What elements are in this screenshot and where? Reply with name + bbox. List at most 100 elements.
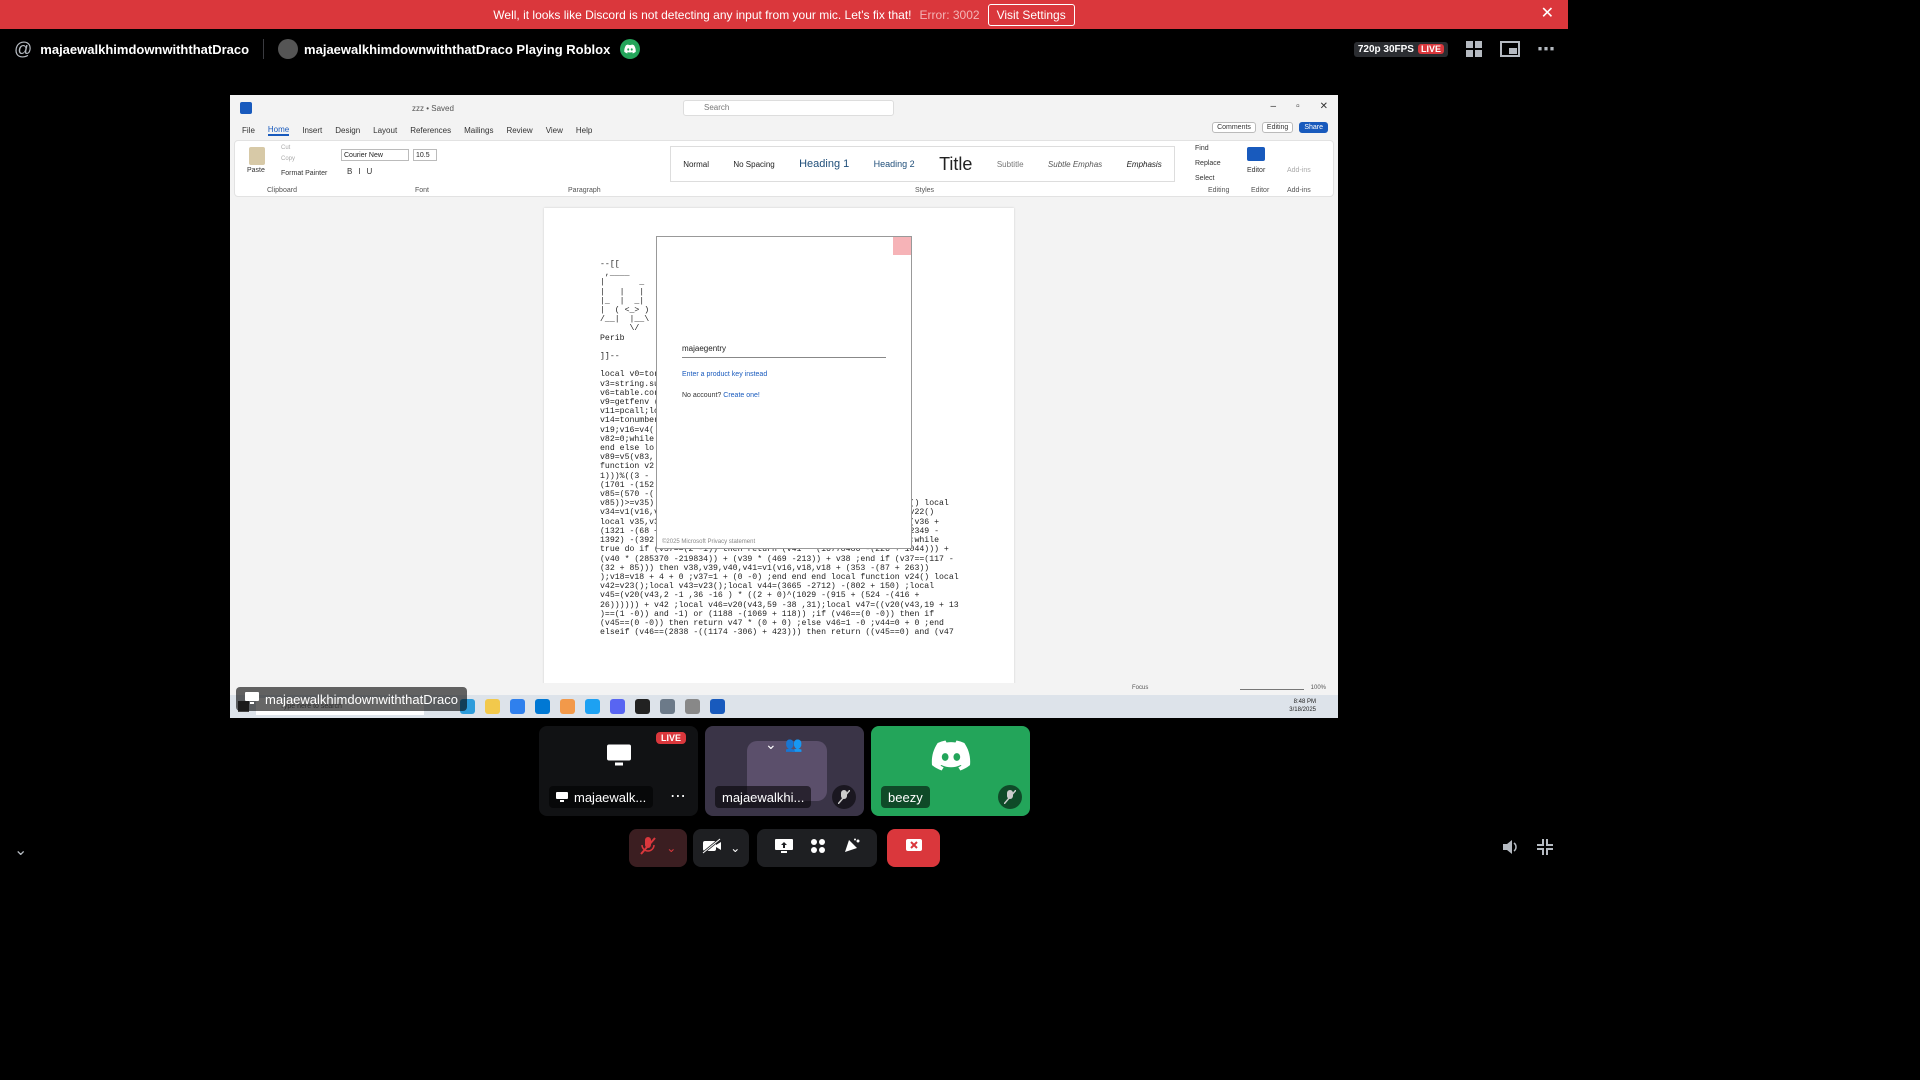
format-painter-button[interactable]: Format Painter bbox=[281, 170, 327, 177]
taskbar-date: 3/18/2025 bbox=[1289, 707, 1316, 713]
dialog-close-icon[interactable] bbox=[893, 237, 911, 255]
style-heading1[interactable]: Heading 1 bbox=[799, 158, 849, 170]
style-normal[interactable]: Normal bbox=[683, 160, 709, 169]
zoom-slider[interactable] bbox=[1240, 689, 1304, 690]
camera-options-chevron-icon[interactable]: ⌄ bbox=[730, 841, 740, 855]
style-subtle-emphasis[interactable]: Subtle Emphas bbox=[1048, 160, 1102, 169]
tab-design[interactable]: Design bbox=[335, 126, 360, 135]
tab-layout[interactable]: Layout bbox=[373, 126, 397, 135]
screen-share-icon[interactable] bbox=[774, 838, 794, 859]
chevron-down-icon[interactable]: ⌄ bbox=[765, 736, 777, 753]
find-button[interactable]: Find bbox=[1195, 145, 1209, 152]
group-addins-label: Add-ins bbox=[1287, 187, 1311, 194]
stream-quality: 720p 30FPS bbox=[1357, 43, 1414, 55]
store-icon[interactable] bbox=[510, 699, 525, 714]
style-emphasis[interactable]: Emphasis bbox=[1127, 160, 1162, 169]
copy-button[interactable]: Copy bbox=[281, 156, 295, 162]
visit-settings-button[interactable]: Visit Settings bbox=[987, 3, 1075, 26]
replace-button[interactable]: Replace bbox=[1195, 160, 1221, 167]
share-button[interactable]: Share bbox=[1299, 122, 1328, 133]
word-search-input[interactable]: Search bbox=[683, 100, 894, 116]
grid-layout-icon[interactable] bbox=[1464, 39, 1484, 59]
firefox-icon[interactable] bbox=[560, 699, 575, 714]
editor-button[interactable]: Editor bbox=[1247, 167, 1265, 174]
taskbar-clock[interactable]: 8:48 PM 3/18/2025 bbox=[1289, 698, 1316, 714]
window-controls: – ▫ ✕ bbox=[1271, 101, 1329, 112]
more-options-icon[interactable]: ⋯ bbox=[1536, 39, 1556, 59]
participant-label: beezy bbox=[881, 786, 930, 808]
user-group-icon[interactable]: 👥 bbox=[785, 736, 802, 753]
comments-button[interactable]: Comments bbox=[1212, 122, 1256, 133]
word-taskbar-icon[interactable] bbox=[710, 699, 725, 714]
discord-activity-icon[interactable] bbox=[620, 39, 641, 59]
style-no-spacing[interactable]: No Spacing bbox=[733, 160, 774, 169]
select-button[interactable]: Select bbox=[1195, 175, 1214, 182]
live-badge: LIVE bbox=[655, 732, 686, 744]
product-key-link[interactable]: Enter a product key instead bbox=[682, 371, 767, 378]
zoom-level[interactable]: 100% bbox=[1311, 685, 1326, 691]
no-account-text: No account? Create one! bbox=[682, 392, 760, 399]
tab-insert[interactable]: Insert bbox=[302, 126, 322, 135]
stream-owner-label: majaewalkhimdownwiththatDraco bbox=[236, 687, 467, 711]
popout-icon[interactable] bbox=[1500, 39, 1520, 59]
cut-button[interactable]: Cut bbox=[281, 145, 290, 151]
window-close-icon[interactable]: ✕ bbox=[1320, 101, 1328, 112]
microsoft-signin-dialog: majaegentry Enter a product key instead … bbox=[656, 236, 912, 549]
maximize-icon[interactable]: ▫ bbox=[1296, 101, 1300, 112]
tab-review[interactable]: Review bbox=[506, 126, 532, 135]
soundboard-icon[interactable] bbox=[843, 838, 861, 859]
more-options-icon[interactable]: ⋯ bbox=[670, 786, 686, 806]
camera-control: ⌄ bbox=[693, 829, 749, 867]
terminal-icon[interactable] bbox=[635, 699, 650, 714]
minimize-icon[interactable]: – bbox=[1271, 101, 1277, 112]
style-heading2[interactable]: Heading 2 bbox=[874, 159, 915, 169]
font-size-select[interactable]: 10.5 bbox=[413, 149, 437, 161]
participant-tile-beezy[interactable]: beezy bbox=[871, 726, 1030, 816]
dialog-footer: ©2025 Microsoft Privacy statement bbox=[662, 539, 756, 545]
collapse-chevron-icon[interactable]: ⌄ bbox=[14, 840, 27, 860]
participant-tile-streamer[interactable]: LIVE majaewalk... ⋯ bbox=[539, 726, 698, 816]
muted-mic-icon bbox=[832, 785, 856, 809]
discord-logo-icon bbox=[931, 740, 971, 775]
editing-button[interactable]: Editing bbox=[1261, 122, 1294, 133]
screen-icon bbox=[245, 691, 259, 707]
tab-view[interactable]: View bbox=[546, 126, 563, 135]
tab-references[interactable]: References bbox=[410, 126, 451, 135]
header-divider bbox=[263, 39, 265, 59]
activity-controls bbox=[757, 829, 877, 867]
mic-muted-icon[interactable] bbox=[639, 836, 656, 860]
camera-off-icon[interactable] bbox=[701, 837, 722, 859]
account-field[interactable]: majaegentry bbox=[682, 344, 886, 358]
exit-fullscreen-icon[interactable] bbox=[1536, 838, 1554, 861]
style-subtitle[interactable]: Subtitle bbox=[997, 160, 1024, 169]
editor-icon bbox=[1247, 147, 1265, 161]
participant-tile-user[interactable]: ⌄ 👥 majaewalkhi... bbox=[705, 726, 864, 816]
app-icon[interactable] bbox=[660, 699, 675, 714]
create-account-link[interactable]: Create one! bbox=[723, 392, 760, 399]
style-title[interactable]: Title bbox=[939, 154, 972, 175]
disconnect-button[interactable] bbox=[887, 829, 940, 867]
file-explorer-icon[interactable] bbox=[485, 699, 500, 714]
tab-home[interactable]: Home bbox=[267, 125, 290, 136]
tab-help[interactable]: Help bbox=[576, 126, 592, 135]
stream-owner-name: majaewalkhimdownwiththatDraco bbox=[265, 691, 458, 707]
font-format-buttons[interactable]: BIU bbox=[347, 167, 378, 176]
addins-button[interactable]: Add-ins bbox=[1287, 167, 1311, 174]
tab-file[interactable]: File bbox=[242, 126, 255, 135]
outlook-icon[interactable] bbox=[535, 699, 550, 714]
close-icon[interactable]: ✕ bbox=[1541, 6, 1554, 22]
tab-mailings[interactable]: Mailings bbox=[464, 126, 493, 135]
discord-icon[interactable] bbox=[610, 699, 625, 714]
volume-icon[interactable] bbox=[1502, 838, 1518, 861]
muted-mic-icon bbox=[998, 785, 1022, 809]
activities-icon[interactable] bbox=[810, 838, 826, 859]
edge-icon[interactable] bbox=[585, 699, 600, 714]
stream-quality-badge: 720p 30FPS LIVE bbox=[1353, 41, 1448, 57]
paste-button[interactable]: Paste bbox=[247, 167, 265, 174]
font-name-select[interactable]: Courier New bbox=[341, 149, 409, 161]
mic-options-chevron-icon[interactable]: ⌄ bbox=[666, 841, 676, 855]
screen-share-stream[interactable]: zzz • Saved Search – ▫ ✕ File Home Inser… bbox=[230, 95, 1338, 718]
focus-button[interactable]: Focus bbox=[1132, 685, 1148, 691]
settings-app-icon[interactable] bbox=[685, 699, 700, 714]
document-title: zzz • Saved bbox=[412, 103, 454, 113]
